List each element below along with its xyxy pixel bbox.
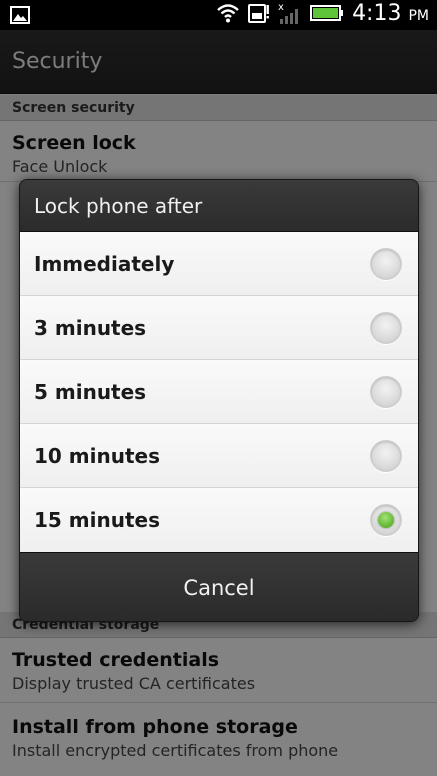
option-immediately[interactable]: Immediately [20, 232, 418, 296]
lock-phone-after-dialog: Lock phone after Immediately 3 minutes 5… [19, 179, 419, 622]
option-15-minutes[interactable]: 15 minutes [20, 488, 418, 552]
status-bar: x 4:13 PM [0, 0, 437, 30]
dialog-footer: Cancel [20, 552, 418, 621]
wifi-icon [216, 3, 240, 27]
option-5-minutes[interactable]: 5 minutes [20, 360, 418, 424]
option-label: 3 minutes [34, 316, 147, 340]
dialog-title: Lock phone after [20, 180, 418, 232]
option-3-minutes[interactable]: 3 minutes [20, 296, 418, 360]
radio-button-icon[interactable] [370, 312, 402, 344]
option-label: 15 minutes [34, 508, 160, 532]
option-label: 10 minutes [34, 444, 160, 468]
option-10-minutes[interactable]: 10 minutes [20, 424, 418, 488]
clock-time: 4:13 [352, 1, 402, 26]
option-label: Immediately [34, 252, 175, 276]
sim-card-icon [248, 2, 270, 28]
image-notification-icon [10, 5, 30, 25]
svg-text:x: x [278, 2, 284, 13]
radio-button-icon[interactable] [370, 440, 402, 472]
clock-ampm: PM [408, 8, 429, 24]
radio-button-icon[interactable] [370, 248, 402, 280]
option-label: 5 minutes [34, 380, 147, 404]
battery-icon [310, 4, 344, 26]
radio-button-icon[interactable] [370, 376, 402, 408]
cancel-button[interactable]: Cancel [20, 553, 418, 621]
status-time: 4:13 PM [352, 1, 429, 29]
signal-no-service-icon: x [278, 1, 302, 29]
radio-button-selected-icon[interactable] [370, 504, 402, 536]
dialog-options: Immediately 3 minutes 5 minutes 10 minut… [20, 232, 418, 552]
